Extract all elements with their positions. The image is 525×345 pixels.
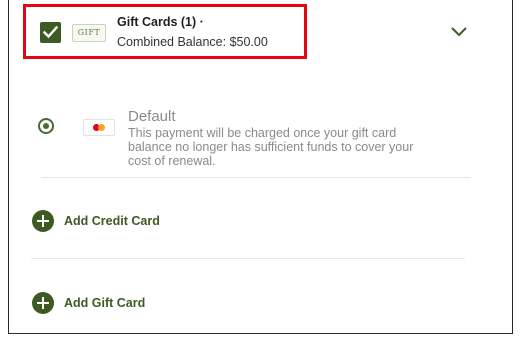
default-payment-title: Default [128, 108, 176, 125]
combined-balance: Combined Balance: $50.00 [117, 35, 268, 49]
add-gift-card-label: Add Gift Card [64, 296, 146, 310]
add-credit-card-button[interactable]: Add Credit Card [32, 210, 192, 234]
gift-card-icon: GIFT [72, 24, 106, 42]
divider [31, 258, 465, 259]
payment-methods-panel: GIFT Gift Cards (1) · Combined Balance: … [8, 0, 513, 334]
default-payment-option[interactable]: Default This payment will be charged onc… [9, 100, 512, 180]
add-gift-card-button[interactable]: Add Gift Card [32, 292, 192, 316]
default-payment-radio[interactable] [38, 118, 54, 134]
mastercard-icon [83, 119, 115, 136]
gift-cards-checkbox[interactable] [40, 22, 61, 43]
radio-selected-dot [43, 123, 49, 129]
gift-cards-header[interactable]: GIFT Gift Cards (1) · Combined Balance: … [9, 0, 512, 64]
add-credit-card-label: Add Credit Card [64, 214, 160, 228]
plus-icon [32, 292, 54, 314]
divider [41, 177, 471, 178]
gift-cards-title: Gift Cards (1) · [117, 15, 204, 29]
plus-icon [32, 210, 54, 232]
default-payment-description: This payment will be charged once your g… [128, 126, 414, 168]
checkmark-icon [43, 26, 58, 39]
chevron-down-icon[interactable] [450, 26, 468, 38]
